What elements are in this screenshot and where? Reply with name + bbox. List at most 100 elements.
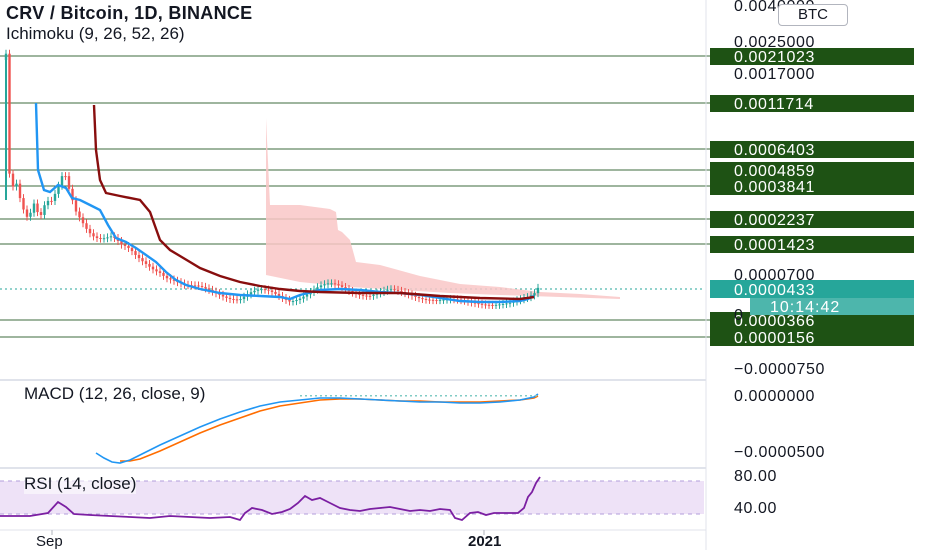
macd-histogram-bar xyxy=(410,395,412,397)
candle-body xyxy=(267,289,270,291)
macd-histogram-bar xyxy=(375,395,377,397)
candle-body xyxy=(330,283,333,285)
candle-body xyxy=(92,233,95,237)
rsi-scale-label: 40.00 xyxy=(734,500,777,517)
rsi-label[interactable]: RSI (14, close) xyxy=(24,474,137,494)
chart-canvas[interactable]: 0.0000000 −0.0000500 80.00 40.00 0.0021023… xyxy=(0,0,932,550)
candle-body xyxy=(249,292,253,295)
candle-body xyxy=(228,297,232,299)
macd-histogram-bar xyxy=(470,395,472,397)
candle-body xyxy=(106,237,109,239)
candle-body xyxy=(323,284,326,286)
rsi-scale-label: 80.00 xyxy=(734,468,777,485)
candle-body xyxy=(130,248,134,252)
cloud-area xyxy=(266,118,620,299)
candle-body xyxy=(197,285,200,287)
ichimoku-label[interactable]: Ichimoku (9, 26, 52, 26) xyxy=(6,24,253,44)
candle-body xyxy=(88,228,92,234)
macd-histogram-bar xyxy=(450,395,452,397)
candle-body xyxy=(22,198,25,210)
candle-body xyxy=(333,283,337,285)
level-label: 0.0011714 xyxy=(734,96,814,113)
candle-body xyxy=(372,294,375,296)
candle-body xyxy=(438,299,442,301)
candle-body xyxy=(50,200,53,202)
candle-body xyxy=(505,303,508,305)
level-label: 0.0000156 xyxy=(734,330,815,347)
macd-histogram-bar xyxy=(535,395,537,397)
candle-body xyxy=(134,251,137,255)
candle-body xyxy=(162,272,165,276)
candle-body xyxy=(127,245,130,249)
macd-histogram-bar xyxy=(300,395,302,397)
candle-body xyxy=(67,176,71,189)
candle-body xyxy=(319,285,323,288)
price-scale-label: −0.0000750 xyxy=(734,361,825,378)
macd-histogram-bar xyxy=(505,395,507,397)
macd-histogram-bar xyxy=(345,395,347,397)
chart-legend: CRV / Bitcoin, 1D, BINANCE Ichimoku (9, … xyxy=(6,2,253,44)
macd-histogram-bar xyxy=(380,395,382,397)
candle-body xyxy=(204,286,207,289)
macd-signal-line xyxy=(120,395,539,462)
level-label: 0.0002237 xyxy=(734,212,815,229)
candle-body xyxy=(225,296,228,298)
macd-histogram-bar xyxy=(430,395,432,397)
candle-body xyxy=(165,275,169,279)
candle-body xyxy=(8,53,11,174)
candle-body xyxy=(533,293,536,296)
macd-scale-label: −0.0000500 xyxy=(734,444,825,461)
candle-body xyxy=(85,223,88,229)
macd-histogram-bar xyxy=(310,395,312,397)
candle-body xyxy=(340,285,344,287)
candle-body xyxy=(36,203,39,213)
candle-body xyxy=(148,263,151,267)
macd-histogram-bar xyxy=(390,395,392,397)
candle-body xyxy=(435,300,438,302)
candle-body xyxy=(74,200,78,212)
candle-body xyxy=(221,294,225,297)
candle-body xyxy=(60,176,64,186)
macd-line xyxy=(95,393,539,464)
macd-histogram-bar xyxy=(500,395,502,397)
candle-body xyxy=(18,183,22,199)
candle-body xyxy=(270,290,274,292)
candle-body xyxy=(337,284,340,286)
candle-body xyxy=(491,304,494,306)
candle-body xyxy=(78,211,81,218)
candle-body xyxy=(368,295,372,297)
macd-histogram-bar xyxy=(435,395,437,397)
candle-body xyxy=(428,299,431,301)
candle-body xyxy=(389,289,393,291)
price-scale-label: 0 xyxy=(734,307,744,324)
macd-histogram-bar xyxy=(460,395,462,397)
macd-histogram-bar xyxy=(415,395,417,397)
candle-body xyxy=(386,289,389,291)
candle-body xyxy=(144,261,148,264)
macd-histogram-bar xyxy=(495,395,497,397)
macd-histogram-bar xyxy=(325,395,327,397)
macd-histogram-bar xyxy=(335,395,337,397)
macd-histogram-bar xyxy=(510,395,512,397)
candle-body xyxy=(239,299,242,301)
macd-histogram-bar xyxy=(405,395,407,397)
candle-body xyxy=(102,238,106,240)
candle-body xyxy=(43,205,46,215)
macd-histogram-bar xyxy=(520,395,522,397)
level-label: 0.0003841 xyxy=(734,179,815,196)
candle-body xyxy=(242,296,246,300)
candle-body xyxy=(123,244,127,246)
candle-body xyxy=(274,291,277,294)
chart-title: CRV / Bitcoin, 1D, BINANCE xyxy=(6,3,253,23)
macd-histogram-bar xyxy=(480,395,482,397)
macd-label[interactable]: MACD (12, 26, close, 9) xyxy=(24,384,206,404)
macd-histogram-bar xyxy=(525,395,527,397)
candle-body xyxy=(151,266,155,270)
candle-body xyxy=(480,303,484,305)
candle-body xyxy=(99,237,102,239)
currency-button[interactable]: BTC xyxy=(778,4,848,26)
macd-histogram-bar xyxy=(315,395,317,397)
time-tick-label: Sep xyxy=(36,533,63,550)
candle-body xyxy=(256,289,260,291)
candle-body xyxy=(295,300,298,302)
